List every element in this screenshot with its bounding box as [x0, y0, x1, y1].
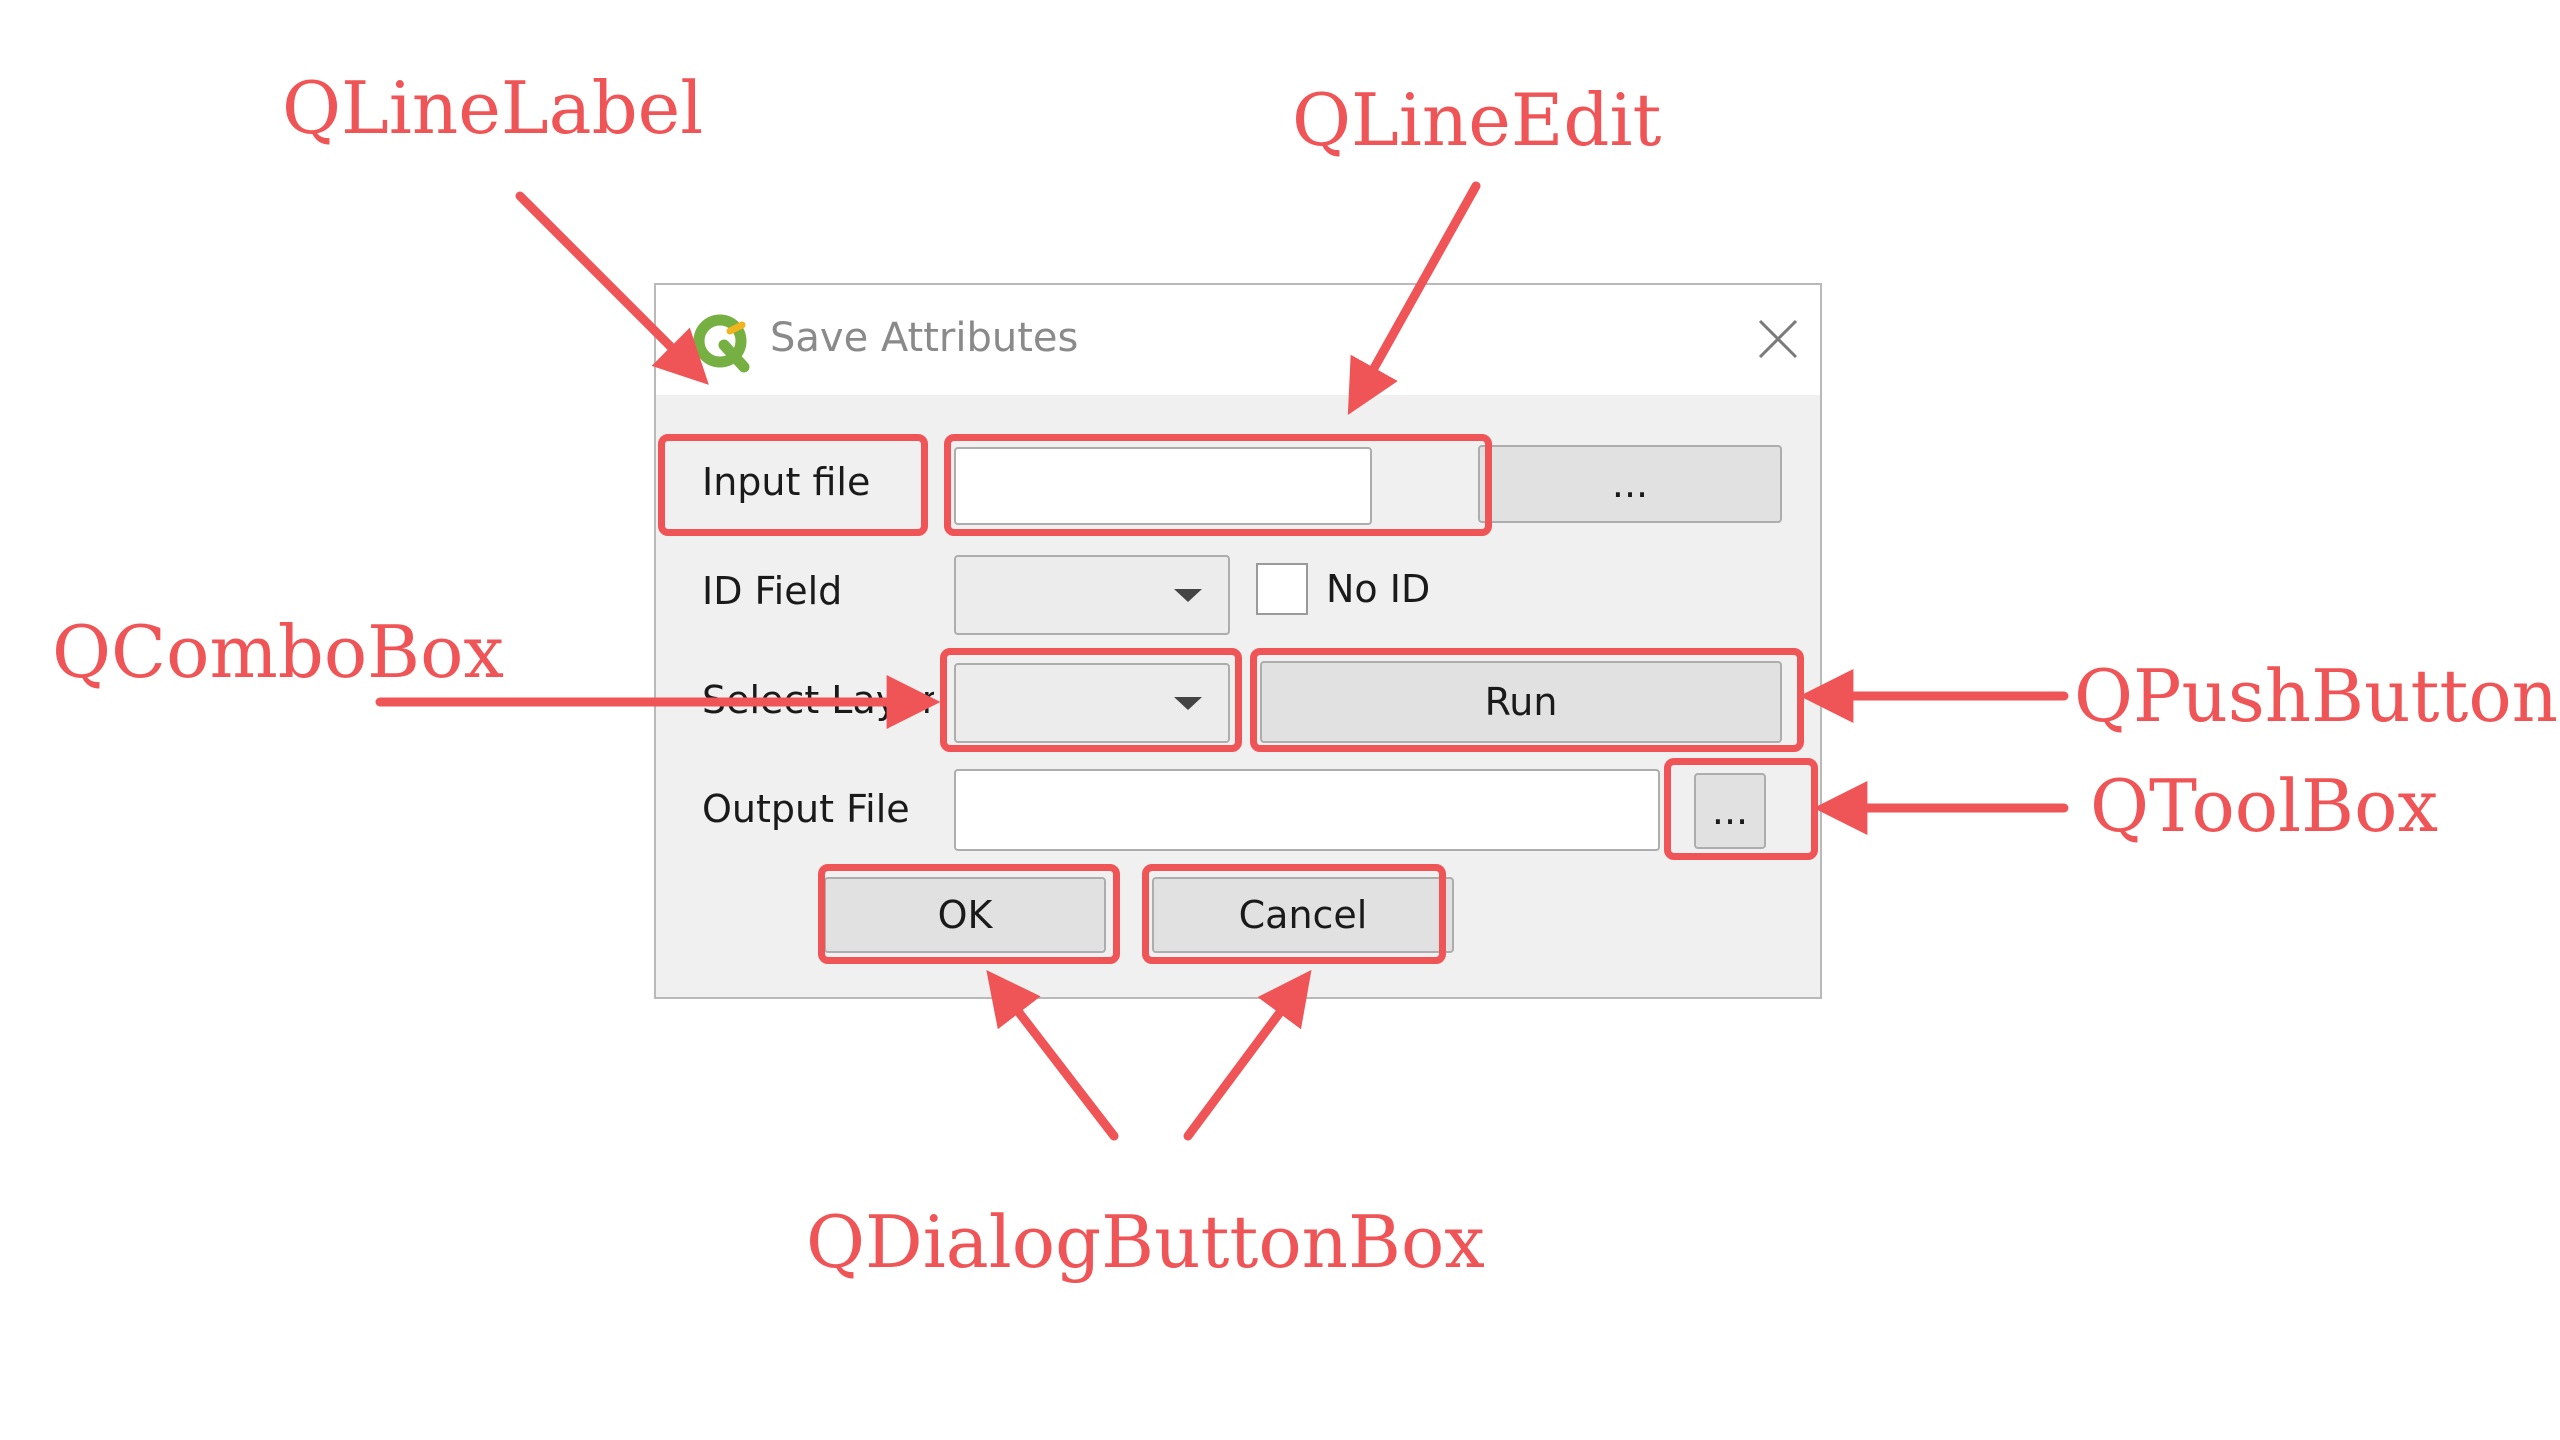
arrow-ok — [986, 970, 1119, 1141]
arrow-qlineedit — [1347, 181, 1481, 415]
arrow-cancel — [1183, 969, 1312, 1141]
annotation-arrows — [375, 181, 2069, 1141]
arrow-qlinelabel — [515, 191, 709, 385]
